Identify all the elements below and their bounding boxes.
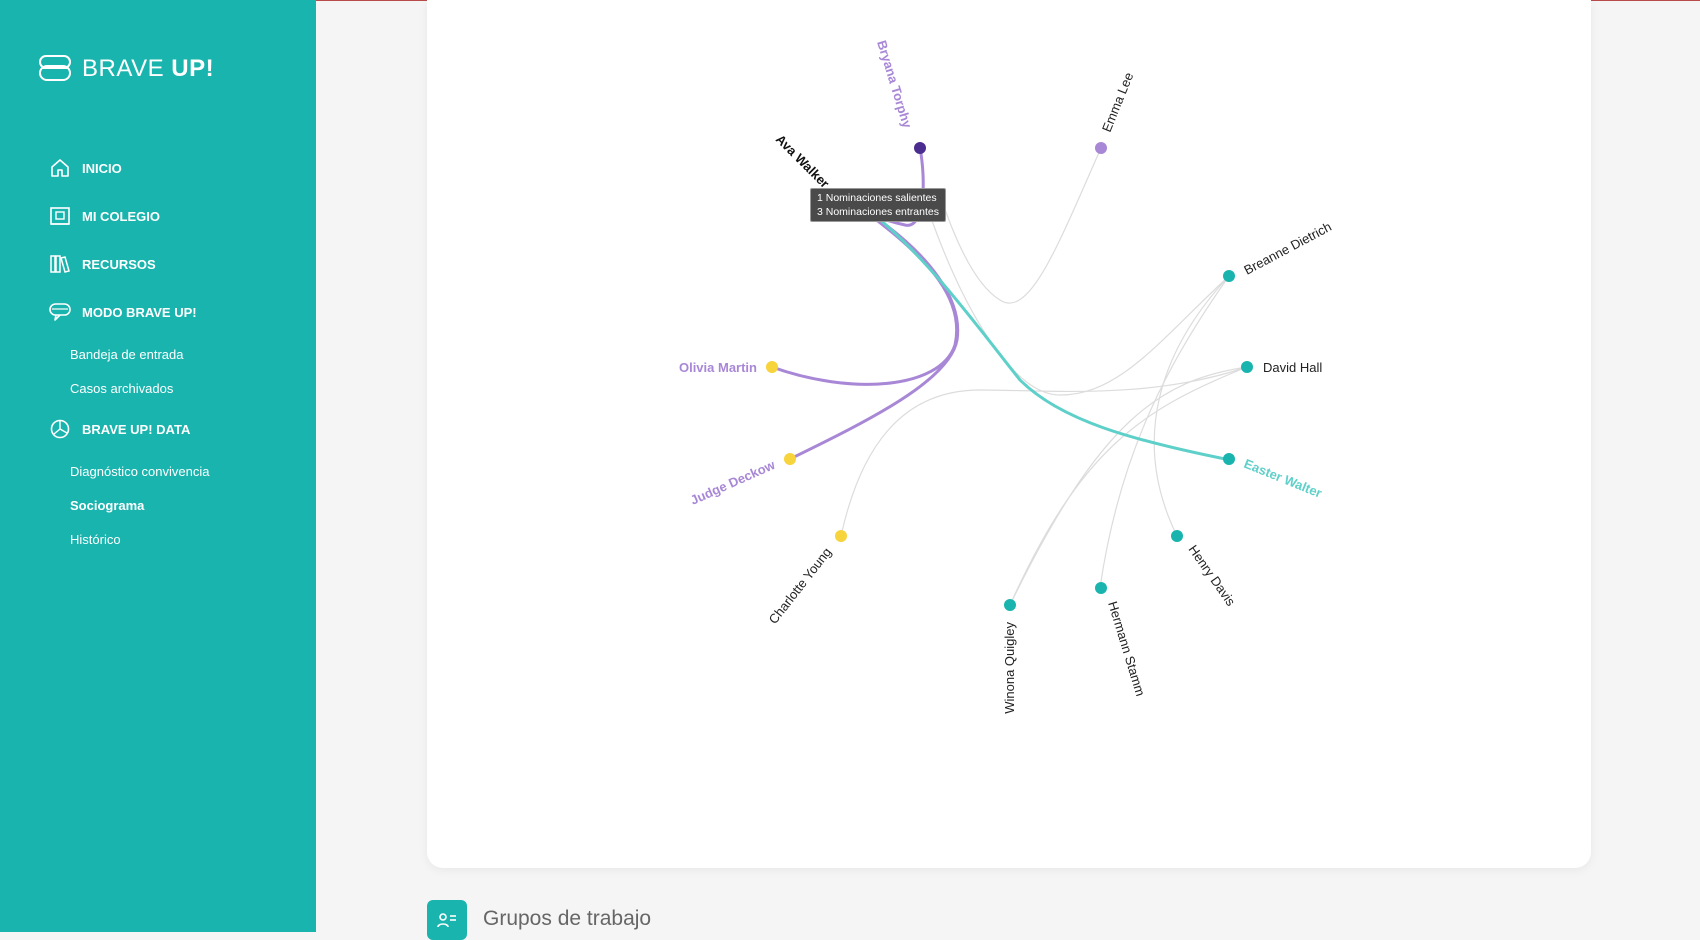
node-winona-quigley[interactable] xyxy=(1004,599,1016,611)
tooltip-outgoing: 1 Nominaciones salientes xyxy=(817,192,937,204)
node-label-david-hall[interactable]: David Hall xyxy=(1263,360,1322,375)
node-charlotte-young[interactable] xyxy=(835,530,847,542)
node-label-judge-deckow[interactable]: Judge Deckow xyxy=(688,457,778,508)
node-breanne-dietrich[interactable] xyxy=(1223,270,1235,282)
node-hermann-stamm[interactable] xyxy=(1095,582,1107,594)
node-easter-walter[interactable] xyxy=(1223,453,1235,465)
node-label-olivia-martin[interactable]: Olivia Martin xyxy=(679,360,757,375)
section-title: Grupos de trabajo xyxy=(483,907,652,930)
link-ava-olivia xyxy=(771,213,959,386)
node-label-henry-davis[interactable]: Henry Davis xyxy=(1186,542,1239,609)
node-label-emma-lee[interactable]: Emma Lee xyxy=(1099,70,1136,134)
node-henry-davis[interactable] xyxy=(1171,530,1183,542)
node-label-easter-walter[interactable]: Easter Walter xyxy=(1242,456,1324,501)
node-judge-deckow[interactable] xyxy=(784,453,796,465)
group-list-icon xyxy=(427,900,467,940)
link-ava-easter xyxy=(871,211,1231,462)
node-label-winona-quigley[interactable]: Winona Quigley xyxy=(1002,622,1017,714)
link-emma-lee xyxy=(939,147,1102,304)
link-ava-judge xyxy=(789,213,960,461)
tooltip-incoming: 3 Nominaciones entrantes xyxy=(817,206,939,218)
sociogram-chart: Bryana Torphy Emma Lee Breanne Dietrich Dav… xyxy=(679,38,1334,713)
node-label-bryana-torphy[interactable]: Bryana Torphy xyxy=(874,38,915,130)
link-breanne-dietrich xyxy=(929,214,1230,396)
node-david-hall[interactable] xyxy=(1241,361,1253,373)
node-label-ava-walker[interactable]: Ava Walker xyxy=(773,132,832,191)
node-olivia-martin[interactable] xyxy=(766,361,778,373)
node-bryana-torphy[interactable] xyxy=(914,142,926,154)
node-label-charlotte-young[interactable]: Charlotte Young xyxy=(766,545,835,627)
node-emma-lee[interactable] xyxy=(1095,142,1107,154)
node-tooltip: 1 Nominaciones salientes 3 Nominaciones … xyxy=(810,188,946,222)
node-label-breanne-dietrich[interactable]: Breanne Dietrich xyxy=(1241,219,1334,278)
sociogram-labels: Bryana Torphy Emma Lee Breanne Dietrich Dav… xyxy=(679,38,1334,713)
node-label-hermann-stamm[interactable]: Hermann Stamm xyxy=(1105,599,1148,697)
